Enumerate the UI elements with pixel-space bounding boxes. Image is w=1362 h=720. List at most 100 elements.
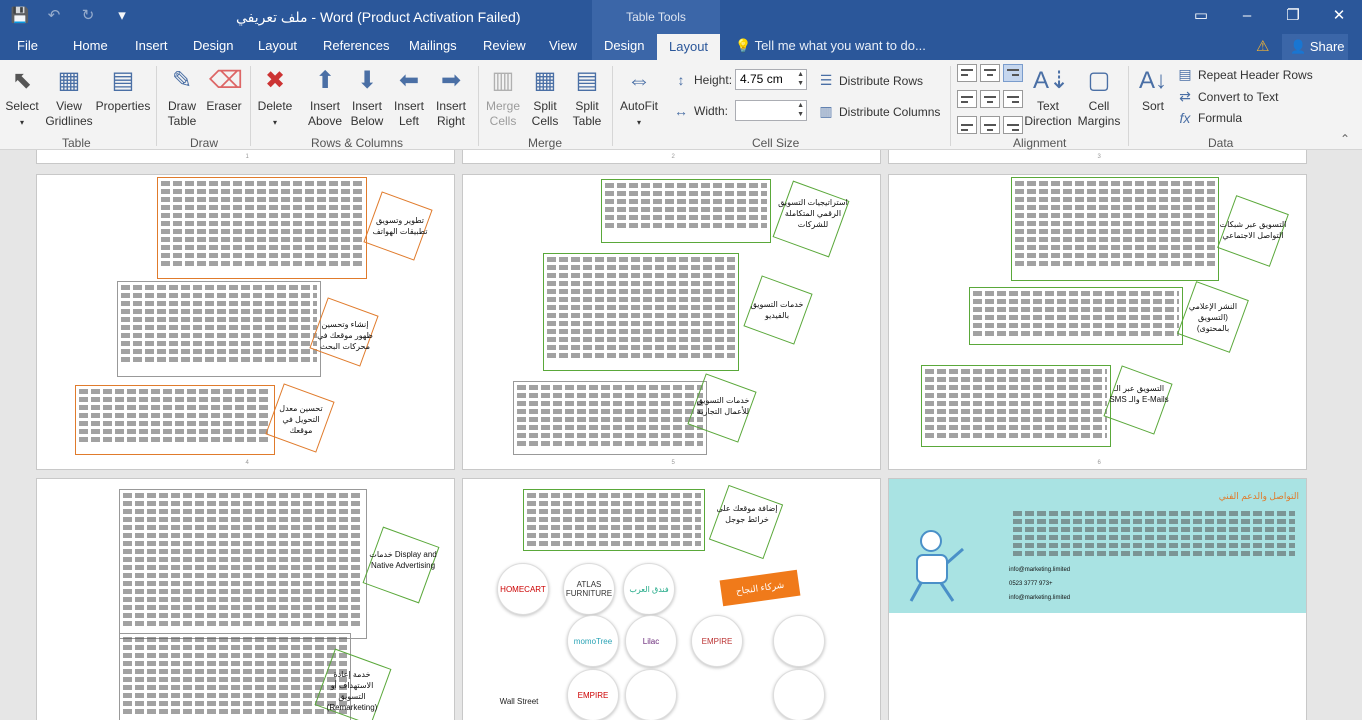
formula-button[interactable]: fx Formula xyxy=(1177,110,1242,126)
cell-margins-label-1: Cell xyxy=(1088,99,1110,113)
delete-button[interactable]: ✖ Delete ▾ xyxy=(254,66,296,130)
insert-below-button[interactable]: ⬇ Insert Below xyxy=(346,66,388,129)
redo-icon[interactable]: ↻ xyxy=(78,6,98,24)
dropdown-arrow-icon: ▾ xyxy=(272,118,277,127)
minimize-button[interactable]: – xyxy=(1224,0,1270,34)
save-icon[interactable]: 💾 xyxy=(10,6,30,24)
group-label-merge: Merge xyxy=(528,136,563,150)
section-title: استراتيجيات التسويق الرقمي المتكاملة للش… xyxy=(778,198,848,229)
draw-table-label-1: Draw xyxy=(167,99,196,113)
warning-icon[interactable]: ⚠ xyxy=(1256,37,1274,55)
sort-button[interactable]: A↓ Sort xyxy=(1134,66,1172,114)
group-label-rows-columns: Rows & Columns xyxy=(311,136,404,150)
merge-cells-button[interactable]: ▥ Merge Cells xyxy=(482,66,524,129)
align-bottom-center-button[interactable] xyxy=(980,116,1000,134)
distribute-columns-label: Distribute Columns xyxy=(839,104,941,119)
convert-to-text-button[interactable]: ⇄ Convert to Text xyxy=(1177,88,1278,105)
section-title: خدمات التسويق بالفيديو xyxy=(750,300,804,320)
tab-insert[interactable]: Insert xyxy=(135,38,168,53)
partners-badge: شركاء النجاح xyxy=(719,569,801,607)
view-gridlines-button[interactable]: ▦ View Gridlines xyxy=(44,66,94,129)
undo-icon[interactable]: ↶ xyxy=(44,6,64,24)
height-label: Height: xyxy=(694,73,733,87)
eraser-button[interactable]: ⌫ Eraser xyxy=(204,66,244,114)
tab-review[interactable]: Review xyxy=(483,38,526,53)
repeat-header-icon: ▤ xyxy=(1178,66,1192,82)
tab-home[interactable]: Home xyxy=(73,38,108,53)
text-direction-icon: A⇣ xyxy=(1033,67,1070,94)
cell-margins-button[interactable]: ▢ Cell Margins xyxy=(1076,66,1122,129)
split-table-icon: ▤ xyxy=(575,67,599,94)
autofit-label: AutoFit xyxy=(619,99,658,113)
draw-table-button[interactable]: ✎ Draw Table xyxy=(162,66,202,129)
split-cells-button[interactable]: ▦ Split Cells xyxy=(524,66,566,129)
autofit-button[interactable]: ⇔ AutoFit ▾ xyxy=(616,66,662,130)
insert-right-button[interactable]: ➡ Insert Right xyxy=(430,66,472,129)
align-bottom-right-button[interactable] xyxy=(1003,116,1023,134)
split-table-label-1: Split xyxy=(575,99,599,113)
insert-left-button[interactable]: ⬅ Insert Left xyxy=(388,66,430,129)
insert-left-label-2: Left xyxy=(398,114,419,128)
align-center-right-button[interactable] xyxy=(1003,90,1023,108)
align-bottom-left-button[interactable] xyxy=(957,116,977,134)
properties-button[interactable]: ▤ Properties xyxy=(94,66,152,114)
width-input[interactable]: ▲ ▼ xyxy=(735,100,807,121)
partner-logo xyxy=(625,669,677,720)
window-title: ملف تعريفي - Word (Product Activation Fa… xyxy=(236,9,521,25)
quick-access-toolbar: 💾 ↶ ↻ ▾ xyxy=(10,6,132,24)
text-block xyxy=(601,179,771,243)
restore-button[interactable]: ❐ xyxy=(1270,0,1316,34)
convert-icon: ⇄ xyxy=(1179,88,1191,104)
tab-view[interactable]: View xyxy=(549,38,577,53)
tab-table-layout[interactable]: Layout xyxy=(657,34,721,60)
section-title: التسويق عبر شبكات التواصل الاجتماعي xyxy=(1219,220,1287,240)
support-illustration xyxy=(901,519,973,605)
distribute-columns-button[interactable]: ▥ Distribute Columns xyxy=(818,103,940,120)
align-top-right-button[interactable] xyxy=(1003,64,1023,82)
height-input[interactable]: 4.75 cm ▲ ▼ xyxy=(735,69,807,90)
customize-qat-icon[interactable]: ▾ xyxy=(112,6,132,24)
align-center-left-button[interactable] xyxy=(957,90,977,108)
repeat-header-rows-button[interactable]: ▤ Repeat Header Rows xyxy=(1177,66,1312,83)
tab-design[interactable]: Design xyxy=(193,38,233,53)
width-row: ↔ Width: xyxy=(673,103,728,119)
spin-arrows-icon[interactable]: ▲ ▼ xyxy=(797,101,804,119)
text-block xyxy=(543,253,739,371)
document-area[interactable]: 1 2 3 تطوير وتسويق تطبيقات الهواتف إنشاء… xyxy=(0,150,1362,720)
insert-right-label-1: Insert xyxy=(435,99,466,113)
autofit-icon: ⇔ xyxy=(627,67,651,94)
text-direction-button[interactable]: A⇣ Text Direction xyxy=(1022,66,1074,129)
ribbon: ⬉ Select ▾ ▦ View Gridlines ▤ Properties T… xyxy=(0,60,1362,150)
group-separator xyxy=(1128,66,1129,146)
ribbon-display-options-button[interactable]: ▭ xyxy=(1178,0,1224,34)
text-block xyxy=(523,489,705,551)
partner-logo: EMPIRE xyxy=(691,615,743,667)
sort-az-icon: A↓ xyxy=(1138,67,1167,94)
tab-table-design[interactable]: Design xyxy=(604,38,644,53)
select-label: Select xyxy=(5,99,39,113)
tab-mailings[interactable]: Mailings xyxy=(409,38,457,53)
collapse-ribbon-icon[interactable]: ⌃ xyxy=(1340,132,1350,146)
group-separator xyxy=(156,66,157,146)
tab-references[interactable]: References xyxy=(323,38,389,53)
insert-above-button[interactable]: ⬆ Insert Above xyxy=(304,66,346,129)
distribute-rows-button[interactable]: ☰ Distribute Rows xyxy=(818,72,923,89)
select-button[interactable]: ⬉ Select ▾ xyxy=(4,66,40,130)
tab-file[interactable]: File xyxy=(17,38,38,53)
section-title: التسويق عبر الـ SMS والـ E-Mails xyxy=(1109,384,1169,404)
tell-me-box[interactable]: 💡 Tell me what you want to do... xyxy=(735,38,926,54)
tab-layout[interactable]: Layout xyxy=(258,38,297,53)
formula-label: Formula xyxy=(1198,111,1243,125)
insert-above-icon: ⬆ xyxy=(314,67,336,94)
text-block xyxy=(513,381,707,455)
insert-below-label-1: Insert xyxy=(351,99,382,113)
partner-logo: Wall Street xyxy=(493,675,545,720)
share-button[interactable]: 👤 Share xyxy=(1282,34,1348,60)
spin-arrows-icon[interactable]: ▲ ▼ xyxy=(797,70,804,88)
split-table-button[interactable]: ▤ Split Table xyxy=(566,66,608,129)
align-top-center-button[interactable] xyxy=(980,64,1000,82)
close-button[interactable]: ✕ xyxy=(1316,0,1362,34)
align-center-button[interactable] xyxy=(980,90,1000,108)
section-title: تطوير وتسويق تطبيقات الهواتف xyxy=(372,216,428,236)
align-top-left-button[interactable] xyxy=(957,64,977,82)
